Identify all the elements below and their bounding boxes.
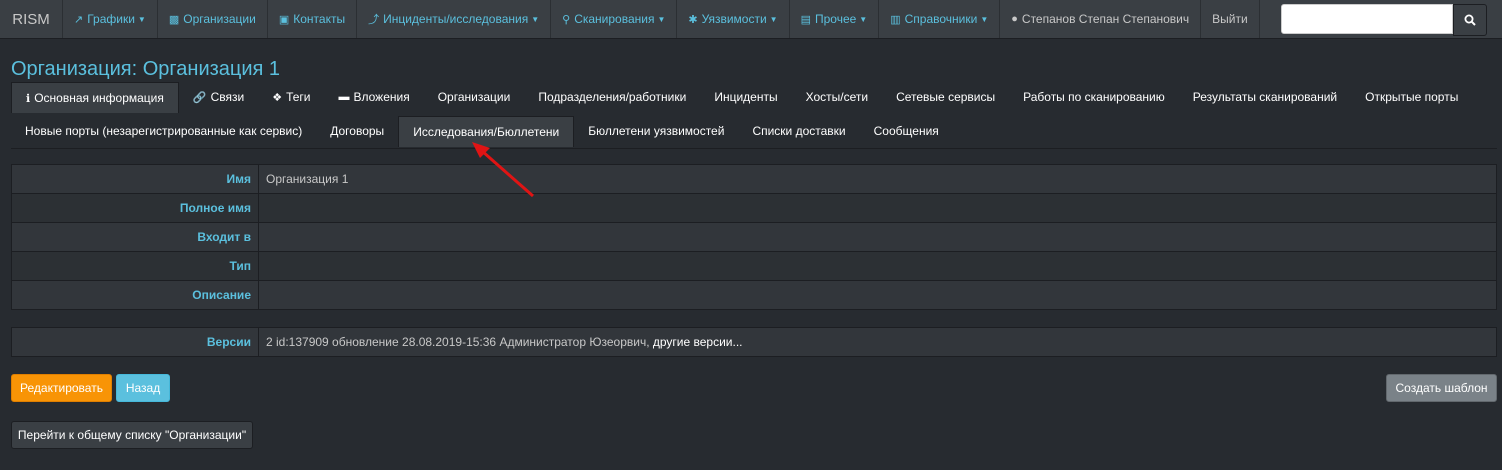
tab-scan-results[interactable]: Результаты сканирований bbox=[1179, 82, 1351, 112]
tab-label: Основная информация bbox=[34, 91, 164, 105]
tab-contracts[interactable]: Договоры bbox=[316, 116, 398, 146]
versions-label: Версии bbox=[11, 327, 259, 357]
nav-charts-label: Графики bbox=[87, 12, 135, 26]
versions-value: 2 id:137909 обновление 28.08.2019-15:36 … bbox=[258, 327, 1497, 357]
edit-button[interactable]: Редактировать bbox=[11, 374, 112, 402]
tab-main-info[interactable]: ℹ Основная информация bbox=[11, 82, 179, 113]
field-value bbox=[258, 280, 1497, 310]
logout-link[interactable]: Выйти bbox=[1201, 0, 1260, 38]
create-template-button[interactable]: Создать шаблон bbox=[1386, 374, 1497, 402]
tab-tags[interactable]: ❖ Теги bbox=[258, 82, 324, 112]
nav-other-label: Прочее bbox=[814, 12, 857, 26]
table-row: Тип bbox=[11, 251, 1497, 281]
building-icon: ▩ bbox=[168, 13, 180, 26]
search-icon: ⚲ bbox=[562, 13, 571, 26]
nav-charts[interactable]: ↗ Графики ▼ bbox=[63, 0, 158, 38]
chart-icon: ↗ bbox=[74, 13, 84, 26]
tab-open-ports[interactable]: Открытые порты bbox=[1351, 82, 1472, 112]
tab-links[interactable]: 🔗 Связи bbox=[179, 82, 258, 112]
search-input[interactable] bbox=[1281, 4, 1453, 34]
folder-icon: ▬ bbox=[338, 91, 350, 103]
field-value bbox=[258, 193, 1497, 223]
table-row: Входит в bbox=[11, 222, 1497, 252]
nav-contacts-label: Контакты bbox=[293, 12, 346, 26]
search-button[interactable] bbox=[1453, 4, 1487, 36]
caret-down-icon: ▼ bbox=[531, 14, 540, 24]
bug-icon: ✱ bbox=[688, 13, 698, 26]
bolt-icon: ⤴ bbox=[368, 14, 380, 26]
versions-table: Версии 2 id:137909 обновление 28.08.2019… bbox=[11, 327, 1497, 357]
user-icon: ● bbox=[1011, 13, 1018, 25]
tag-icon: ❖ bbox=[272, 91, 283, 104]
book-icon: ▥ bbox=[890, 13, 901, 26]
field-label: Тип bbox=[11, 251, 259, 281]
tab-label: Вложения bbox=[353, 90, 410, 104]
other-versions-link[interactable]: другие версии... bbox=[653, 335, 743, 349]
table-row: Версии 2 id:137909 обновление 28.08.2019… bbox=[11, 327, 1497, 357]
versions-text: 2 id:137909 обновление 28.08.2019-15:36 … bbox=[266, 335, 653, 349]
contact-card-icon: ▣ bbox=[278, 13, 290, 26]
nav-organizations-label: Организации bbox=[183, 12, 256, 26]
nav-scans[interactable]: ⚲ Сканирования ▼ bbox=[551, 0, 678, 38]
nav-other[interactable]: ▤ Прочее ▼ bbox=[790, 0, 880, 38]
box-icon: ▤ bbox=[800, 13, 811, 26]
tabs-row-1: ℹ Основная информация 🔗 Связи ❖ Теги ▬ В… bbox=[11, 82, 1472, 113]
tabs-row-2: Новые порты (незарегистрированные как се… bbox=[11, 116, 953, 147]
table-row: Имя Организация 1 bbox=[11, 164, 1497, 194]
nav-scans-label: Сканирования bbox=[574, 12, 655, 26]
organization-details-table: Имя Организация 1 Полное имя Входит в Ти… bbox=[11, 164, 1497, 310]
nav-user[interactable]: ● Степанов Степан Степанович bbox=[1000, 0, 1202, 38]
tabs-divider bbox=[11, 148, 1497, 149]
caret-down-icon: ▼ bbox=[137, 14, 146, 24]
info-icon: ℹ bbox=[26, 92, 31, 105]
tab-label: Теги bbox=[286, 90, 311, 104]
tab-delivery-lists[interactable]: Списки доставки bbox=[738, 116, 859, 146]
tab-label: Связи bbox=[210, 90, 245, 104]
caret-down-icon: ▼ bbox=[657, 14, 666, 24]
field-value bbox=[258, 222, 1497, 252]
tab-incidents[interactable]: Инциденты bbox=[700, 82, 791, 112]
tab-messages[interactable]: Сообщения bbox=[860, 116, 953, 146]
user-name: Степанов Степан Степанович bbox=[1021, 12, 1190, 26]
nav-vulnerabilities-label: Уязвимости bbox=[701, 12, 767, 26]
nav-contacts[interactable]: ▣ Контакты bbox=[268, 0, 358, 38]
nav-references-label: Справочники bbox=[904, 12, 978, 26]
top-navbar: RISM ↗ Графики ▼ ▩ Организации ▣ Контакт… bbox=[0, 0, 1502, 39]
search-form bbox=[1281, 4, 1487, 36]
link-icon: 🔗 bbox=[192, 91, 207, 104]
nav-references[interactable]: ▥ Справочники ▼ bbox=[879, 0, 1001, 38]
field-label: Входит в bbox=[11, 222, 259, 252]
nav-vulnerabilities[interactable]: ✱ Уязвимости ▼ bbox=[677, 0, 790, 38]
back-button[interactable]: Назад bbox=[116, 374, 170, 402]
tab-network-services[interactable]: Сетевые сервисы bbox=[882, 82, 1009, 112]
brand-logo[interactable]: RISM bbox=[0, 0, 63, 38]
nav-incidents-label: Инциденты/исследования bbox=[383, 12, 529, 26]
table-row: Полное имя bbox=[11, 193, 1497, 223]
caret-down-icon: ▼ bbox=[980, 14, 989, 24]
search-icon bbox=[1464, 14, 1476, 26]
tab-departments[interactable]: Подразделения/работники bbox=[524, 82, 700, 112]
field-value bbox=[258, 251, 1497, 281]
nav-incidents[interactable]: ⤴ Инциденты/исследования ▼ bbox=[357, 0, 552, 38]
caret-down-icon: ▼ bbox=[769, 14, 778, 24]
field-label: Полное имя bbox=[11, 193, 259, 223]
tab-attachments[interactable]: ▬ Вложения bbox=[325, 82, 424, 112]
tab-hosts[interactable]: Хосты/сети bbox=[792, 82, 882, 112]
field-label: Описание bbox=[11, 280, 259, 310]
tab-scan-jobs[interactable]: Работы по сканированию bbox=[1009, 82, 1179, 112]
page-title: Организация: Организация 1 bbox=[11, 58, 281, 80]
tab-vuln-bulletins[interactable]: Бюллетени уязвимостей bbox=[574, 116, 738, 146]
go-to-list-button[interactable]: Перейти к общему списку "Организации" bbox=[11, 421, 253, 449]
nav-organizations[interactable]: ▩ Организации bbox=[158, 0, 268, 38]
caret-down-icon: ▼ bbox=[859, 14, 868, 24]
field-label: Имя bbox=[11, 164, 259, 194]
tab-research-bulletins[interactable]: Исследования/Бюллетени bbox=[398, 116, 575, 147]
tab-new-ports[interactable]: Новые порты (незарегистрированные как се… bbox=[11, 116, 316, 146]
field-value: Организация 1 bbox=[258, 164, 1497, 194]
tab-organizations[interactable]: Организации bbox=[424, 82, 525, 112]
table-row: Описание bbox=[11, 280, 1497, 310]
